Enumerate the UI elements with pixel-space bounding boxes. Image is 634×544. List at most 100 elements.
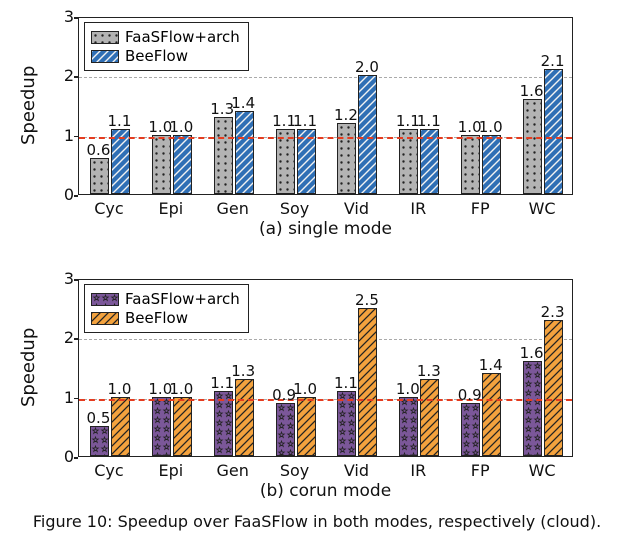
bar-value-label: 1.0 — [108, 380, 132, 398]
y-tick-mark — [74, 136, 78, 138]
legend-item: FaaSFlow+arch — [91, 290, 240, 308]
bar-beeflow — [358, 75, 377, 194]
y-tick-label: 2 — [50, 66, 74, 85]
bar-value-label: 2.5 — [355, 291, 379, 309]
bar-value-label: 0.6 — [87, 141, 111, 159]
bar-value-label: 1.1 — [334, 374, 358, 392]
y-axis-label: Speedup — [18, 125, 39, 145]
bar-value-label: 1.6 — [520, 344, 544, 362]
bar-value-label: 1.0 — [293, 380, 317, 398]
bar-faasflow-arch — [461, 403, 480, 456]
y-tick-mark — [74, 457, 78, 459]
bar-value-label: 0.5 — [87, 409, 111, 427]
bar-value-label: 1.4 — [231, 94, 255, 112]
y-axis-label: Speedup — [18, 387, 39, 407]
bar-value-label: 1.0 — [169, 380, 193, 398]
bar-beeflow — [173, 397, 192, 456]
x-category-label: WC — [529, 461, 556, 480]
bar-faasflow-arch — [523, 99, 542, 194]
y-tick-label: 0 — [50, 185, 74, 204]
y-tick-mark — [74, 279, 78, 281]
x-category-label: Cyc — [94, 199, 123, 218]
bar-value-label: 2.1 — [541, 52, 565, 70]
bar-beeflow — [297, 397, 316, 456]
bar-beeflow — [544, 69, 563, 194]
bar-beeflow — [111, 397, 130, 456]
legend-item: BeeFlow — [91, 47, 240, 65]
y-tick-mark — [74, 398, 78, 400]
x-category-label: Gen — [216, 199, 248, 218]
legend-swatch — [91, 312, 119, 325]
x-category-label: Vid — [344, 461, 369, 480]
bar-value-label: 1.6 — [520, 82, 544, 100]
y-tick-mark — [74, 195, 78, 197]
x-category-label: FP — [471, 461, 490, 480]
bar-value-label: 1.0 — [479, 118, 503, 136]
figure-caption: Figure 10: Speedup over FaaSFlow in both… — [0, 512, 634, 531]
x-category-label: WC — [529, 199, 556, 218]
bar-beeflow — [482, 135, 501, 194]
bar-faasflow-arch — [399, 397, 418, 456]
bar-faasflow-arch — [214, 117, 233, 194]
figure-container: 0 1 2 3 Speedup 0.6 1.1 Cyc 1.0 1.0 Epi 1.3 1.4 Gen 1.… — [0, 0, 634, 544]
bar-faasflow-arch — [461, 135, 480, 194]
bar-value-label: 1.3 — [231, 362, 255, 380]
x-category-label: Epi — [158, 461, 183, 480]
reference-line — [79, 137, 572, 139]
bar-value-label: 2.0 — [355, 58, 379, 76]
bar-value-label: 1.0 — [169, 118, 193, 136]
y-tick-mark — [74, 338, 78, 340]
bar-faasflow-arch — [90, 158, 109, 194]
bar-beeflow — [420, 379, 439, 456]
bar-beeflow — [482, 373, 501, 456]
bar-value-label: 1.0 — [396, 380, 420, 398]
legend-label: BeeFlow — [125, 309, 188, 327]
bar-value-label: 0.9 — [458, 386, 482, 404]
y-tick-label: 1 — [50, 388, 74, 407]
bar-faasflow-arch — [152, 397, 171, 456]
y-tick-label: 2 — [50, 328, 74, 347]
legend-swatch — [91, 31, 119, 44]
bar-value-label: 1.1 — [417, 112, 441, 130]
bar-value-label: 1.1 — [108, 112, 132, 130]
y-tick-label: 3 — [50, 269, 74, 288]
bar-value-label: 1.3 — [417, 362, 441, 380]
bar-beeflow — [358, 308, 377, 456]
legend-item: FaaSFlow+arch — [91, 28, 240, 46]
y-tick-label: 0 — [50, 447, 74, 466]
bar-value-label: 1.4 — [479, 356, 503, 374]
legend-item: BeeFlow — [91, 309, 240, 327]
y-tick-label: 3 — [50, 7, 74, 26]
panel-subtitle: (b) corun mode — [78, 481, 573, 501]
legend: FaaSFlow+archBeeFlow — [84, 284, 249, 333]
bar-value-label: 1.2 — [334, 106, 358, 124]
legend: FaaSFlow+archBeeFlow — [84, 22, 249, 71]
bar-beeflow — [173, 135, 192, 194]
x-category-label: Soy — [280, 199, 309, 218]
bar-beeflow — [235, 379, 254, 456]
bar-faasflow-arch — [337, 123, 356, 194]
bar-value-label: 1.1 — [293, 112, 317, 130]
panel-subtitle: (a) single mode — [78, 219, 573, 239]
legend-swatch — [91, 50, 119, 63]
bar-faasflow-arch — [90, 426, 109, 456]
bar-faasflow-arch — [152, 135, 171, 194]
x-category-label: IR — [410, 461, 426, 480]
y-tick-mark — [74, 76, 78, 78]
x-category-label: Gen — [216, 461, 248, 480]
x-category-label: Vid — [344, 199, 369, 218]
bar-beeflow — [544, 320, 563, 456]
reference-line — [79, 399, 572, 401]
x-category-label: IR — [410, 199, 426, 218]
legend-label: BeeFlow — [125, 47, 188, 65]
x-category-label: Epi — [158, 199, 183, 218]
bar-value-label: 2.3 — [541, 303, 565, 321]
legend-label: FaaSFlow+arch — [125, 28, 240, 46]
bar-faasflow-arch — [523, 361, 542, 456]
x-category-label: FP — [471, 199, 490, 218]
gridline — [79, 339, 572, 340]
legend-label: FaaSFlow+arch — [125, 290, 240, 308]
legend-swatch — [91, 293, 119, 306]
y-tick-label: 1 — [50, 126, 74, 145]
bar-faasflow-arch — [276, 403, 295, 456]
